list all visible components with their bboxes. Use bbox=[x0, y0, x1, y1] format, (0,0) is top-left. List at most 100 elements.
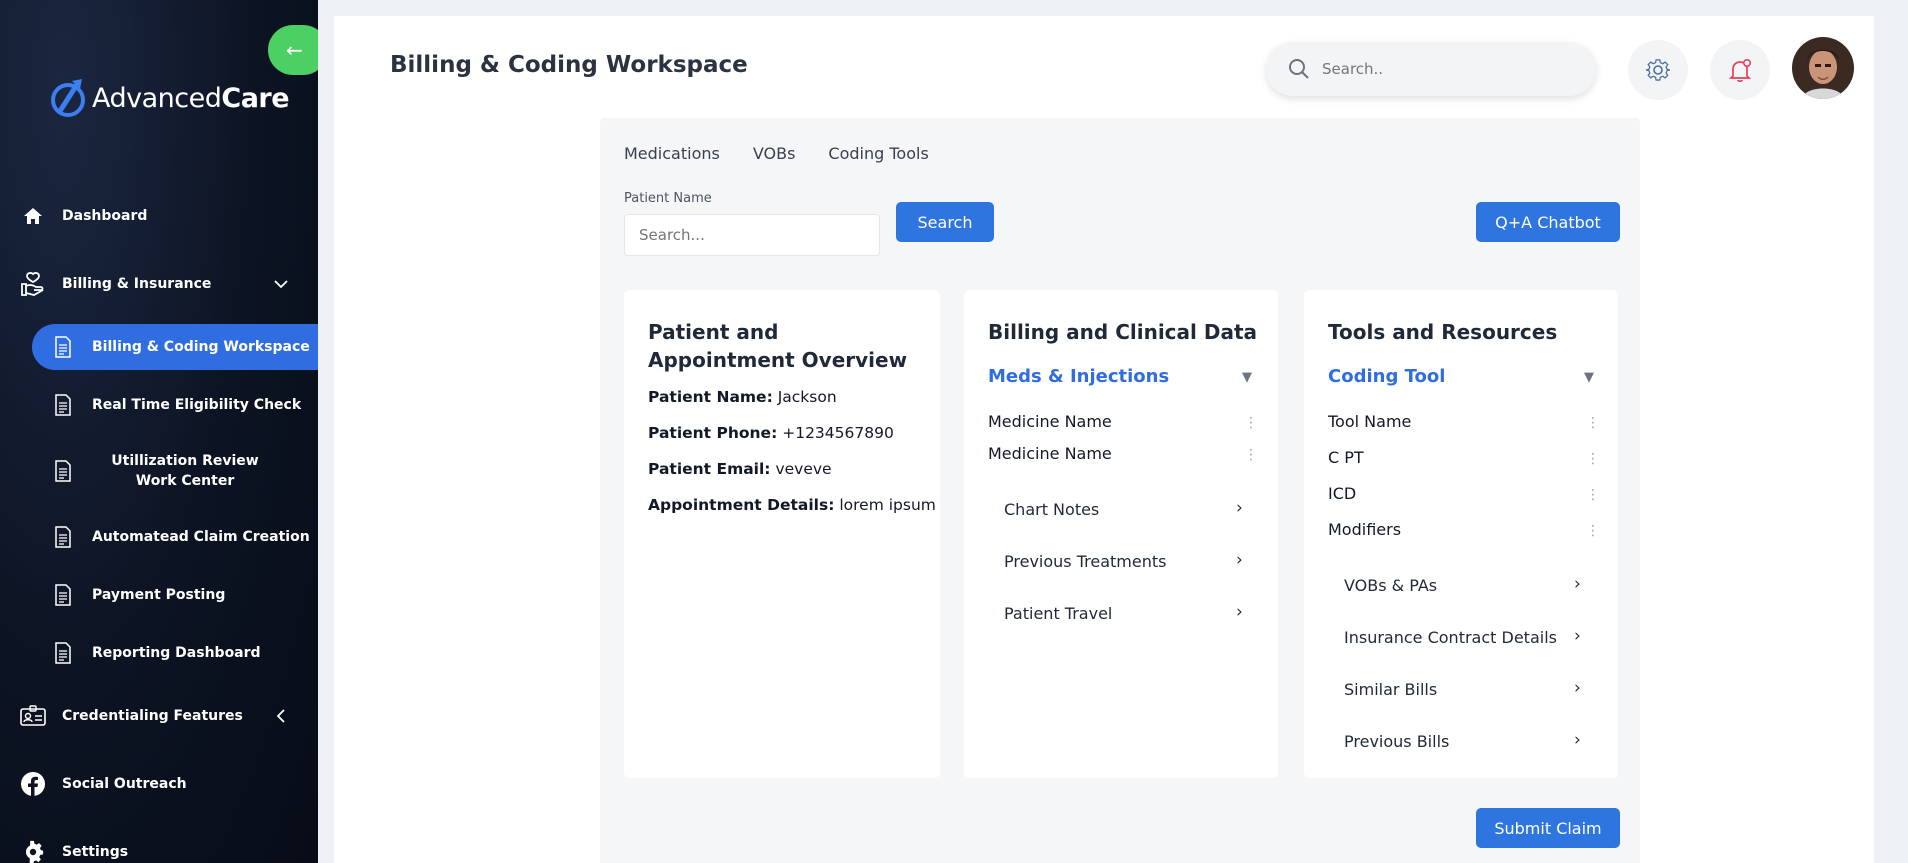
card-title: Patient and Appointment Overview bbox=[648, 320, 908, 372]
kebab-menu-icon[interactable]: ⋮ bbox=[1586, 524, 1600, 538]
sidebar: ← AdvancedCare Dashboard Billing & Insur… bbox=[0, 0, 318, 863]
kebab-menu-icon[interactable]: ⋮ bbox=[1244, 416, 1258, 430]
brand-logo: AdvancedCare bbox=[48, 75, 290, 121]
sidebar-item-billing-coding-workspace[interactable]: Billing & Coding Workspace bbox=[32, 324, 318, 370]
patient-name-line: Patient Name: Jackson bbox=[648, 388, 837, 406]
patient-phone-line: Patient Phone: +1234567890 bbox=[648, 424, 894, 442]
nav-dashboard[interactable]: Dashboard bbox=[0, 190, 318, 242]
caret-down-icon[interactable]: ▼ bbox=[1242, 370, 1252, 385]
workspace-tabs: Medications VOBs Coding Tools bbox=[624, 144, 929, 163]
gear-icon bbox=[1645, 59, 1671, 81]
modifiers-row: Modifiers bbox=[1328, 520, 1402, 539]
appointment-details-line: Appointment Details: lorem ipsum bbox=[648, 496, 936, 514]
patient-travel-link[interactable]: Patient Travel bbox=[1004, 604, 1112, 623]
collapse-sidebar-button[interactable]: ← bbox=[268, 25, 318, 75]
patient-email-line: Patient Email: veveve bbox=[648, 460, 832, 478]
patient-phone-value: +1234567890 bbox=[782, 424, 894, 442]
global-search[interactable] bbox=[1266, 42, 1596, 96]
user-avatar[interactable] bbox=[1792, 37, 1854, 99]
sidebar-item-real-time-eligibility[interactable]: Real Time Eligibility Check bbox=[32, 382, 318, 428]
sidebar-item-payment-posting[interactable]: Payment Posting bbox=[32, 572, 318, 618]
sidebar-item-utilization-review[interactable]: Utillization Review Work Center bbox=[32, 448, 318, 494]
tools-resources-card: Tools and Resources Coding Tool ▼ Tool N… bbox=[1304, 290, 1618, 778]
patient-search-button[interactable]: Search bbox=[896, 202, 994, 242]
chevron-right-icon[interactable]: › bbox=[1236, 602, 1243, 622]
brand-name-part2: Care bbox=[221, 82, 290, 114]
chevron-left-icon[interactable] bbox=[272, 707, 290, 725]
chevron-right-icon[interactable]: › bbox=[1236, 498, 1243, 518]
medicine-name-row: Medicine Name bbox=[988, 444, 1112, 463]
nav-credentialing-features[interactable]: Credentialing Features bbox=[0, 690, 318, 742]
cpt-row: C PT bbox=[1328, 448, 1364, 467]
chevron-down-icon[interactable] bbox=[272, 275, 290, 293]
sidebar-item-label: Utillization Review Work Center bbox=[111, 453, 259, 489]
kebab-menu-icon[interactable]: ⋮ bbox=[1586, 452, 1600, 466]
chart-notes-link[interactable]: Chart Notes bbox=[1004, 500, 1099, 519]
chevron-right-icon[interactable]: › bbox=[1574, 574, 1581, 594]
bell-icon bbox=[1728, 58, 1752, 82]
id-card-icon bbox=[20, 703, 46, 729]
page-title: Billing & Coding Workspace bbox=[390, 52, 748, 78]
global-search-input[interactable] bbox=[1322, 60, 1562, 78]
patient-overview-card: Patient and Appointment Overview Patient… bbox=[624, 290, 940, 778]
gear-icon bbox=[20, 839, 46, 863]
patient-email-value: veveve bbox=[775, 460, 832, 478]
hand-heart-icon bbox=[20, 271, 46, 297]
patient-name-label: Patient Name bbox=[624, 191, 712, 206]
sidebar-item-label: Billing & Coding Workspace bbox=[92, 339, 310, 355]
sidebar-item-label: Reporting Dashboard bbox=[92, 645, 261, 661]
patient-name-input[interactable] bbox=[624, 214, 880, 256]
submit-claim-button[interactable]: Submit Claim bbox=[1476, 808, 1620, 848]
appointment-details-value: lorem ipsum bbox=[839, 496, 936, 514]
document-icon bbox=[55, 584, 71, 606]
sidebar-item-reporting-dashboard[interactable]: Reporting Dashboard bbox=[32, 630, 318, 676]
vobs-pas-link[interactable]: VOBs & PAs bbox=[1344, 576, 1437, 595]
kebab-menu-icon[interactable]: ⋮ bbox=[1244, 448, 1258, 462]
nav-social-outreach-label: Social Outreach bbox=[62, 776, 187, 792]
meds-injections-accordion[interactable]: Meds & Injections bbox=[988, 366, 1169, 387]
document-icon bbox=[55, 526, 71, 548]
document-icon bbox=[55, 642, 71, 664]
sidebar-item-label: Automatead Claim Creation bbox=[92, 529, 310, 545]
nav-social-outreach[interactable]: Social Outreach bbox=[0, 758, 318, 810]
main-content: Billing & Coding Workspace Medic bbox=[334, 16, 1874, 863]
chevron-right-icon[interactable]: › bbox=[1574, 730, 1581, 750]
nav-credentialing-label: Credentialing Features bbox=[62, 708, 243, 724]
brand-name-part1: Advanced bbox=[92, 82, 222, 114]
similar-bills-link[interactable]: Similar Bills bbox=[1344, 680, 1437, 699]
insurance-contract-details-link[interactable]: Insurance Contract Details bbox=[1344, 628, 1557, 647]
chevron-right-icon[interactable]: › bbox=[1574, 626, 1581, 646]
card-title: Billing and Clinical Data bbox=[988, 320, 1258, 344]
facebook-icon bbox=[20, 771, 46, 797]
sidebar-item-label: Payment Posting bbox=[92, 587, 226, 603]
tab-vobs[interactable]: VOBs bbox=[753, 144, 796, 163]
nav-dashboard-label: Dashboard bbox=[62, 208, 148, 224]
icd-row: ICD bbox=[1328, 484, 1357, 503]
nav-settings-label: Settings bbox=[62, 844, 129, 860]
billing-clinical-card: Billing and Clinical Data Meds & Injecti… bbox=[964, 290, 1278, 778]
tab-coding-tools[interactable]: Coding Tools bbox=[828, 144, 928, 163]
kebab-menu-icon[interactable]: ⋮ bbox=[1586, 488, 1600, 502]
qa-chatbot-button[interactable]: Q+A Chatbot bbox=[1476, 202, 1620, 242]
previous-treatments-link[interactable]: Previous Treatments bbox=[1004, 552, 1166, 571]
search-icon bbox=[1289, 59, 1309, 79]
nav-billing-insurance-label: Billing & Insurance bbox=[62, 276, 212, 292]
kebab-menu-icon[interactable]: ⋮ bbox=[1586, 416, 1600, 430]
tool-name-row: Tool Name bbox=[1328, 412, 1412, 431]
card-title: Tools and Resources bbox=[1328, 320, 1558, 344]
arrow-left-icon: ← bbox=[286, 38, 303, 62]
tab-medications[interactable]: Medications bbox=[624, 144, 720, 163]
settings-button[interactable] bbox=[1628, 40, 1688, 100]
notifications-button[interactable] bbox=[1710, 40, 1770, 100]
sidebar-item-automated-claim-creation[interactable]: Automatead Claim Creation bbox=[32, 514, 318, 560]
chevron-right-icon[interactable]: › bbox=[1236, 550, 1243, 570]
chevron-right-icon[interactable]: › bbox=[1574, 678, 1581, 698]
nav-billing-insurance[interactable]: Billing & Insurance bbox=[0, 258, 318, 310]
nav-settings[interactable]: Settings bbox=[0, 826, 318, 863]
previous-bills-link[interactable]: Previous Bills bbox=[1344, 732, 1449, 751]
coding-tool-accordion[interactable]: Coding Tool bbox=[1328, 366, 1445, 387]
caret-down-icon[interactable]: ▼ bbox=[1584, 370, 1594, 385]
workspace-panel: Medications VOBs Coding Tools Patient Na… bbox=[600, 118, 1640, 863]
document-icon bbox=[55, 394, 71, 416]
document-icon bbox=[55, 460, 71, 482]
